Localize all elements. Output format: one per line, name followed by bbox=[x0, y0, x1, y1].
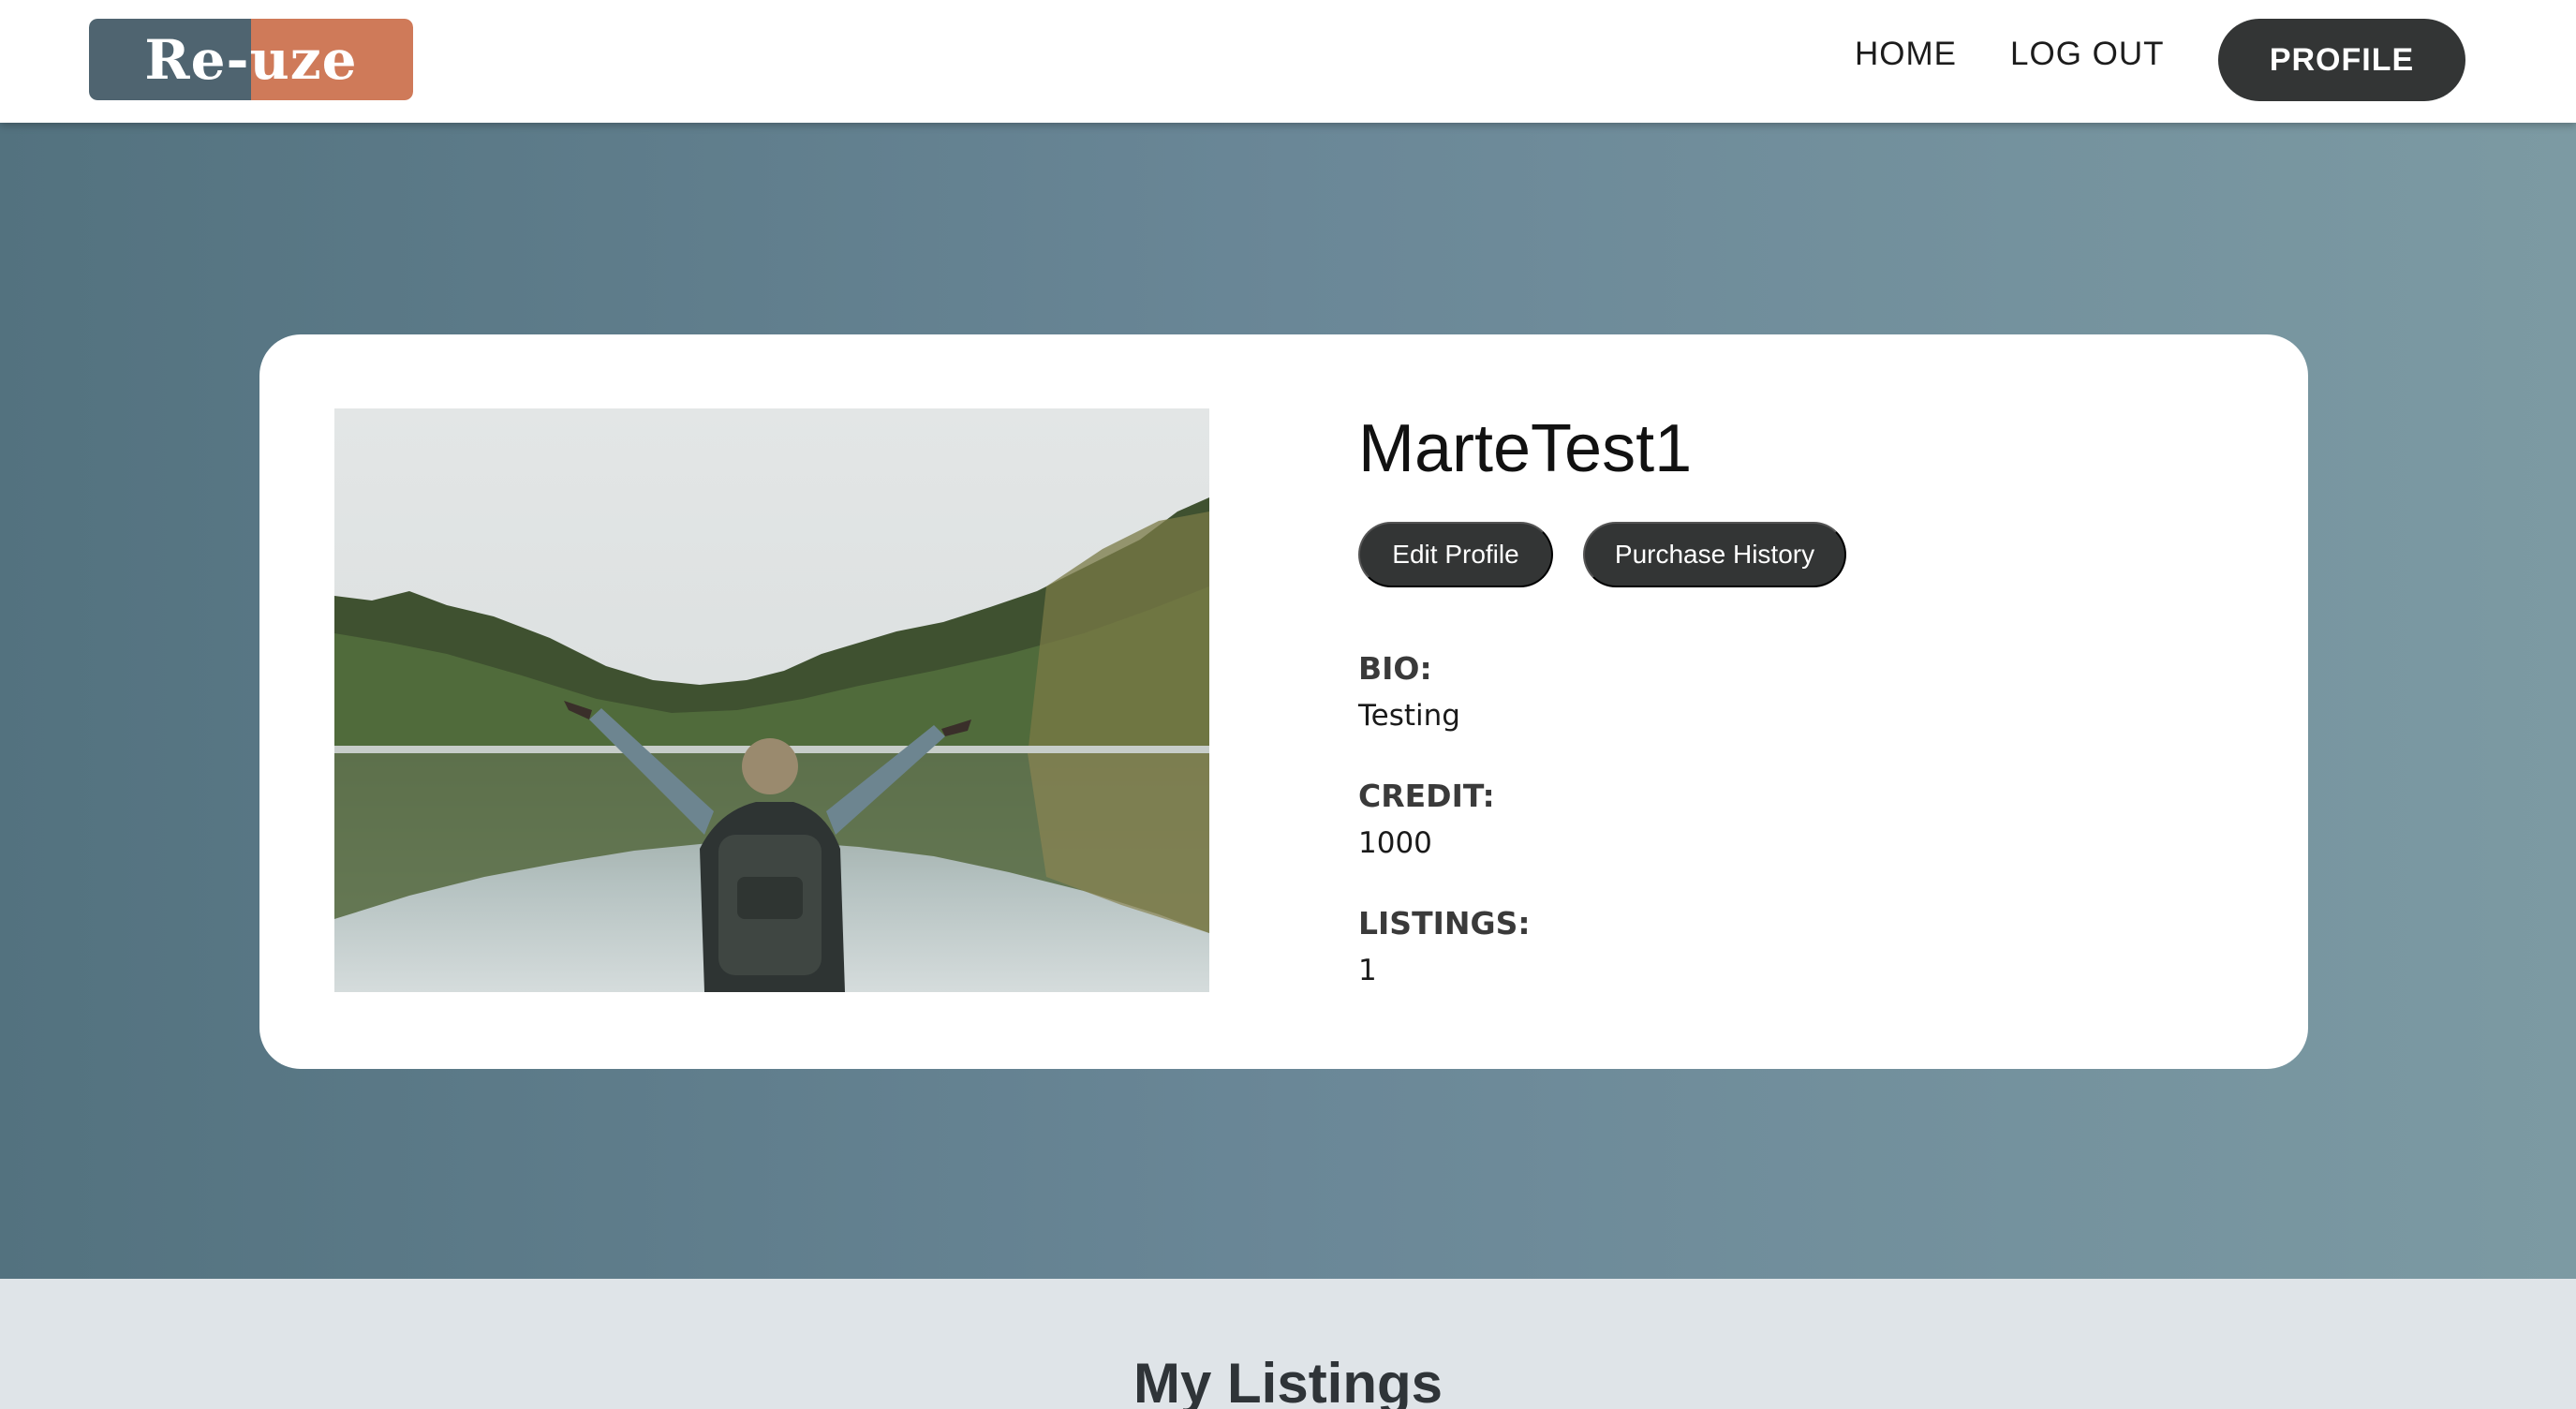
edit-profile-button[interactable]: Edit Profile bbox=[1358, 522, 1553, 587]
profile-photo bbox=[334, 408, 1209, 992]
credit-value: 1000 bbox=[1358, 826, 1432, 860]
purchase-history-button[interactable]: Purchase History bbox=[1583, 522, 1846, 587]
profile-username: MarteTest1 bbox=[1358, 411, 1693, 486]
bio-value: Testing bbox=[1358, 699, 1460, 733]
listings-value: 1 bbox=[1358, 954, 1377, 987]
bio-label: BIO: bbox=[1358, 650, 1432, 687]
logo-text: Re-uze bbox=[144, 27, 358, 92]
credit-label: CREDIT: bbox=[1358, 778, 1495, 814]
my-listings-title: My Listings bbox=[1133, 1352, 1443, 1409]
nav-home-link[interactable]: HOME bbox=[1855, 36, 1957, 73]
nav-profile-button[interactable]: PROFILE bbox=[2218, 19, 2465, 101]
nav-logout-link[interactable]: LOG OUT bbox=[2010, 36, 2165, 73]
logo[interactable]: Re-uze bbox=[89, 19, 413, 100]
navbar: Re-uze HOME LOG OUT PROFILE bbox=[0, 0, 2576, 123]
listings-label: LISTINGS: bbox=[1358, 905, 1531, 942]
